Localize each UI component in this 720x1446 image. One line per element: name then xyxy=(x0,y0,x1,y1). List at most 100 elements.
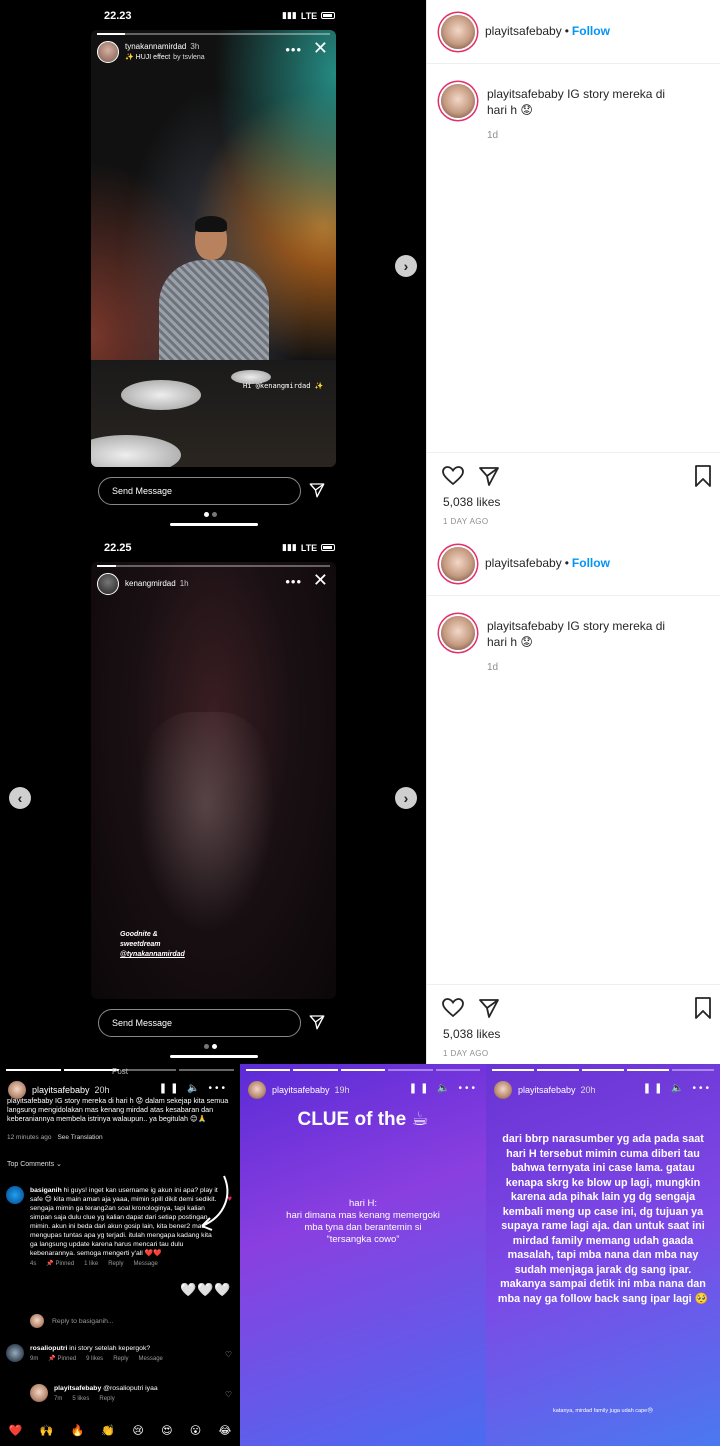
comment-username[interactable]: basiganih xyxy=(30,1187,62,1194)
send-message-input[interactable]: Send Message xyxy=(98,1009,301,1037)
story-username[interactable]: playitsafebaby xyxy=(518,1085,576,1095)
see-translation-link[interactable]: See Translation xyxy=(57,1134,102,1141)
story-progress-bar xyxy=(492,1069,714,1071)
story-caption[interactable]: Goodnite & sweetdream @tynakannamirdad xyxy=(120,930,185,960)
reaction-heart-eyes[interactable]: 😍 xyxy=(161,1424,172,1437)
story-age: 19h xyxy=(334,1085,350,1095)
reply-placeholder[interactable]: Reply to basiganih... xyxy=(52,1317,240,1326)
reply-button[interactable]: Reply xyxy=(99,1396,114,1402)
avatar[interactable] xyxy=(248,1081,266,1099)
reaction-fire[interactable]: 🔥 xyxy=(70,1424,84,1437)
more-options-icon[interactable]: ••• xyxy=(285,574,302,589)
heart-icon[interactable] xyxy=(441,996,465,1020)
mention-tag[interactable]: @tynakannamirdad xyxy=(120,950,185,960)
comment-likes[interactable]: 5 likes xyxy=(72,1396,89,1402)
caption-time: 12 minutes ago xyxy=(7,1134,52,1141)
avatar[interactable] xyxy=(494,1081,512,1099)
avatar[interactable] xyxy=(441,547,475,581)
reply-button[interactable]: Reply xyxy=(108,1261,123,1267)
top-comments-dropdown[interactable]: Top Comments ⌄ xyxy=(7,1160,62,1168)
caption-username[interactable]: playitsafebaby xyxy=(487,87,564,101)
story-effect-author: by tsvlena xyxy=(173,54,205,61)
message-button[interactable]: Message xyxy=(134,1261,158,1267)
next-story-button[interactable]: › xyxy=(395,255,417,277)
explanation-story-screenshot: playitsafebaby 20h ❚❚ 🔈 ••• dari bbrp nar… xyxy=(486,1064,720,1446)
heart-icon[interactable]: ♡ xyxy=(225,1390,232,1399)
avatar[interactable] xyxy=(441,616,475,650)
send-message-input[interactable]: Send Message xyxy=(98,477,301,505)
post-user-row: playitsafebaby • Follow xyxy=(485,24,610,38)
share-icon[interactable] xyxy=(477,996,501,1020)
caption-username[interactable]: playitsafebaby xyxy=(487,619,564,633)
avatar[interactable] xyxy=(441,84,475,118)
story-username[interactable]: kenangmirdad xyxy=(125,579,176,588)
story-controls[interactable]: ❚❚ 🔈 ••• xyxy=(409,1083,478,1094)
story-username[interactable]: playitsafebaby xyxy=(272,1085,330,1095)
post-user-row: playitsafebaby • Follow xyxy=(485,556,610,570)
story-card[interactable]: tynakannamirdad 3h ✨ HUJI effect by tsvlen… xyxy=(91,30,336,467)
story-controls[interactable]: ❚❚ 🔈 ••• xyxy=(159,1083,228,1094)
story-username[interactable]: playitsafebaby xyxy=(32,1085,90,1095)
follow-button[interactable]: Follow xyxy=(572,24,610,38)
hair xyxy=(195,216,227,232)
avatar[interactable] xyxy=(441,15,475,49)
likes-count[interactable]: 5,038 likes xyxy=(443,1027,500,1041)
avatar[interactable] xyxy=(6,1344,24,1362)
story-effect-name[interactable]: HUJI effect xyxy=(136,54,171,61)
story-card[interactable]: kenangmirdad 1h ••• ✕ Goodnite & sweetdre… xyxy=(91,562,336,999)
white-hearts: 🤍🤍🤍 xyxy=(180,1282,232,1297)
bookmark-icon[interactable] xyxy=(691,996,715,1020)
story-effect-row: ✨ HUJI effect by tsvlena xyxy=(125,53,205,61)
comment-text: hi guys! inget kan username ig akun ini … xyxy=(30,1187,218,1257)
avatar[interactable] xyxy=(97,573,119,595)
likes-count[interactable]: 5,038 likes xyxy=(443,495,500,509)
story-caption[interactable]: Hi @kenangmirdad ✨ xyxy=(243,382,323,390)
comment-likes[interactable]: 1 like xyxy=(84,1261,98,1267)
progress-segment xyxy=(492,1069,534,1071)
heart-icon[interactable] xyxy=(441,464,465,488)
story-body: hari H: hari dimana mas kenang memergoki… xyxy=(250,1198,476,1246)
follow-button[interactable]: Follow xyxy=(572,556,610,570)
close-icon[interactable]: ✕ xyxy=(313,570,328,591)
close-icon[interactable]: ✕ xyxy=(313,38,328,59)
comment-likes[interactable]: 9 likes xyxy=(86,1356,103,1362)
avatar[interactable] xyxy=(6,1186,24,1204)
story-title: CLUE of the ☕ xyxy=(297,1109,429,1130)
more-options-icon[interactable]: ••• xyxy=(285,42,302,57)
reaction-clap[interactable]: 👏 xyxy=(101,1424,115,1437)
message-button[interactable]: Message xyxy=(139,1356,163,1362)
reaction-heart[interactable]: ❤️ xyxy=(9,1424,23,1437)
reaction-cry[interactable]: 😢 xyxy=(132,1424,143,1437)
story-age: 20h xyxy=(94,1085,110,1095)
heart-icon[interactable]: ♡ xyxy=(225,1350,232,1359)
comment-username[interactable]: playitsafebaby xyxy=(54,1385,101,1392)
progress-segment xyxy=(582,1069,624,1071)
next-story-button[interactable]: › xyxy=(395,787,417,809)
share-icon[interactable] xyxy=(477,464,501,488)
post-username[interactable]: playitsafebaby xyxy=(485,556,562,570)
signal-icon: ▮▮▮ xyxy=(282,10,297,20)
send-icon[interactable] xyxy=(308,481,326,499)
story-screenshots-row: Post playitsafebaby 20h ❚❚ 🔈 ••• playitsa… xyxy=(0,1064,720,1446)
story-username-row: playitsafebaby 20h xyxy=(32,1085,110,1095)
story-username[interactable]: tynakannamirdad xyxy=(125,42,186,51)
avatar[interactable] xyxy=(30,1384,48,1402)
screen-1: 22.23 ▮▮▮ LTE tynakannamirdad 3h ✨ HUJI e… xyxy=(0,0,720,532)
shirt xyxy=(159,260,269,370)
story-controls[interactable]: ❚❚ 🔈 ••• xyxy=(643,1083,712,1094)
signal-icon: ▮▮▮ xyxy=(282,542,297,552)
previous-story-button[interactable]: ‹ xyxy=(9,787,31,809)
avatar[interactable] xyxy=(97,41,119,63)
reaction-raised-hands[interactable]: 🙌 xyxy=(40,1424,54,1437)
bookmark-icon[interactable] xyxy=(691,464,715,488)
post-username[interactable]: playitsafebaby xyxy=(485,24,562,38)
sparkle-icon: ✨ xyxy=(125,54,134,61)
send-icon[interactable] xyxy=(308,1013,326,1031)
reply-button[interactable]: Reply xyxy=(113,1356,128,1362)
separator-dot: • xyxy=(564,24,569,38)
comment-username[interactable]: rosalioputri xyxy=(30,1345,67,1352)
status-time: 22.23 xyxy=(104,10,132,22)
story-progress-fill xyxy=(97,33,125,35)
reaction-surprised[interactable]: 😮 xyxy=(190,1424,201,1437)
reaction-laugh[interactable]: 😂 xyxy=(218,1424,231,1437)
